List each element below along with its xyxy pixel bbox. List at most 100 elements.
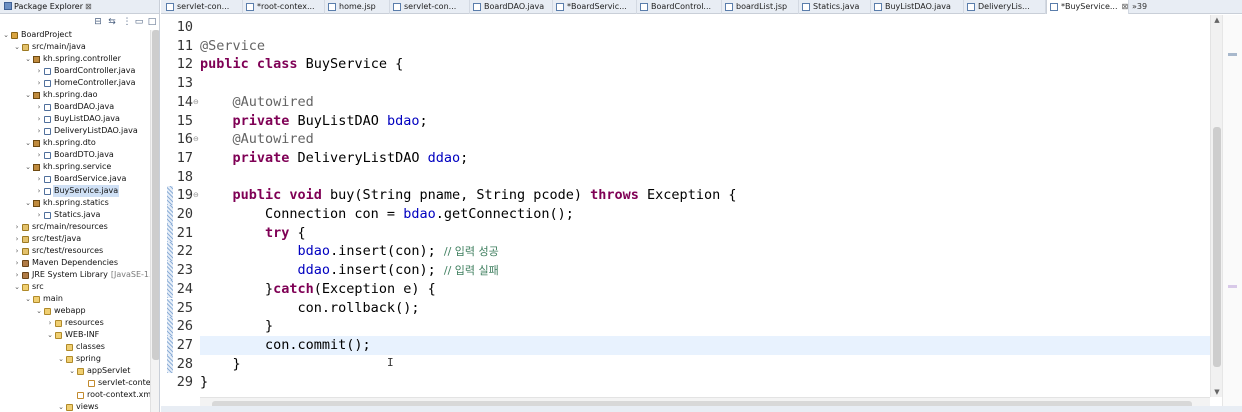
- editor-vertical-scrollbar[interactable]: ▲ ▼: [1210, 15, 1222, 397]
- tree-item[interactable]: ⌄ main: [0, 293, 159, 305]
- tree-item[interactable]: › src/test/java: [0, 233, 159, 245]
- link-with-editor-icon[interactable]: ⇆: [107, 17, 117, 27]
- tree-item[interactable]: ⌄ webapp: [0, 305, 159, 317]
- tree-item[interactable]: › Maven Dependencies: [0, 257, 159, 269]
- tree-item[interactable]: › BoardDTO.java: [0, 149, 159, 161]
- overview-ruler[interactable]: [1222, 15, 1242, 412]
- chevron-down-icon[interactable]: ⌄: [13, 41, 21, 53]
- chevron-down-icon[interactable]: ⌄: [68, 365, 76, 377]
- chevron-right-icon[interactable]: ›: [35, 101, 43, 113]
- minimize-icon[interactable]: ▭: [134, 17, 144, 27]
- code-line[interactable]: private DeliveryListDAO ddao;: [200, 149, 1210, 168]
- chevron-down-icon[interactable]: ⌄: [35, 305, 43, 317]
- close-icon[interactable]: ⊠: [85, 2, 92, 11]
- editor-tab[interactable]: *BoardServic...: [553, 0, 637, 14]
- tree-item[interactable]: ⌄ kh.spring.dao: [0, 89, 159, 101]
- code-line[interactable]: }: [200, 373, 1210, 392]
- code-line[interactable]: private BuyListDAO bdao;: [200, 112, 1210, 131]
- editor-tab[interactable]: home.jsp: [325, 0, 390, 14]
- code-line[interactable]: Connection con = bdao.getConnection();: [200, 205, 1210, 224]
- code-line[interactable]: public void buy(String pname, String pco…: [200, 186, 1210, 205]
- code-line[interactable]: @Service: [200, 37, 1210, 56]
- chevron-down-icon[interactable]: ⌄: [57, 401, 65, 412]
- chevron-right-icon[interactable]: ›: [35, 209, 43, 221]
- tree-item[interactable]: › resources: [0, 317, 159, 329]
- chevron-right-icon[interactable]: ›: [35, 65, 43, 77]
- chevron-right-icon[interactable]: ›: [35, 125, 43, 137]
- close-icon[interactable]: ⊠: [1122, 2, 1129, 11]
- tree-item[interactable]: ⌄ kh.spring.statics: [0, 197, 159, 209]
- chevron-down-icon[interactable]: ⌄: [24, 53, 32, 65]
- code-editor[interactable]: 10 11 12 13 14 ⊖ 15 16 ⊖ 17 18 19 ⊖ 20 21 22 23 24 25 26 27 2…: [161, 15, 1242, 412]
- chevron-down-icon[interactable]: ⌄: [24, 197, 32, 209]
- code-line[interactable]: con.rollback();: [200, 299, 1210, 318]
- chevron-right-icon[interactable]: ›: [35, 149, 43, 161]
- code-line[interactable]: con.commit();: [200, 335, 1210, 355]
- code-line[interactable]: @Autowired: [200, 130, 1210, 149]
- code-area[interactable]: @Service public class BuyService { @Autow…: [200, 15, 1210, 412]
- editor-tab[interactable]: Statics.java: [799, 0, 871, 14]
- editor-tab[interactable]: *root-contex...: [243, 0, 325, 14]
- code-line[interactable]: bdao.insert(con); // 입력 성공: [200, 242, 1210, 261]
- editor-scroll-thumb[interactable]: [1213, 127, 1221, 367]
- overview-marker[interactable]: [1228, 53, 1237, 56]
- chevron-down-icon[interactable]: ⌄: [24, 137, 32, 149]
- chevron-right-icon[interactable]: ›: [13, 221, 21, 233]
- overview-marker[interactable]: [1228, 285, 1237, 288]
- editor-tab[interactable]: servlet-con...: [163, 0, 243, 14]
- chevron-down-icon[interactable]: ⌄: [24, 161, 32, 173]
- editor-tab[interactable]: boardList.jsp: [722, 0, 799, 14]
- tree-item[interactable]: servlet-conte: [0, 377, 159, 389]
- tree-item[interactable]: ⌄ src/main/java: [0, 41, 159, 53]
- explorer-vertical-scrollbar[interactable]: [150, 30, 159, 412]
- chevron-right-icon[interactable]: ›: [35, 113, 43, 125]
- package-explorer-tab[interactable]: Package Explorer ⊠: [0, 0, 159, 14]
- chevron-down-icon[interactable]: ⌄: [24, 293, 32, 305]
- code-line[interactable]: ddao.insert(con); // 입력 실패: [200, 261, 1210, 280]
- tree-item[interactable]: ⌄ WEB-INF: [0, 329, 159, 341]
- code-line[interactable]: [200, 168, 1210, 187]
- code-line[interactable]: public class BuyService {: [200, 55, 1210, 74]
- editor-tab[interactable]: DeliveryLis...: [964, 0, 1046, 14]
- code-line[interactable]: }: [200, 317, 1210, 336]
- tree-item[interactable]: ⌄ kh.spring.controller: [0, 53, 159, 65]
- tree-item[interactable]: › BoardController.java: [0, 65, 159, 77]
- editor-tab[interactable]: *BuyService... ⊠: [1046, 0, 1129, 14]
- chevron-down-icon[interactable]: ⌄: [57, 353, 65, 365]
- editor-tab[interactable]: BoardControl...: [637, 0, 722, 14]
- tree-item[interactable]: › src/main/resources: [0, 221, 159, 233]
- code-line[interactable]: [200, 18, 1210, 37]
- tree-item[interactable]: ⌄ appServlet: [0, 365, 159, 377]
- chevron-down-icon[interactable]: ⌄: [13, 281, 21, 293]
- code-line[interactable]: try {: [200, 224, 1210, 243]
- tree-item[interactable]: › JRE System Library [JavaSE-1.8: [0, 269, 159, 281]
- chevron-right-icon[interactable]: ›: [13, 269, 21, 281]
- tab-overflow-button[interactable]: »39: [1132, 0, 1147, 14]
- tree-item[interactable]: › src/test/resources: [0, 245, 159, 257]
- view-menu-icon[interactable]: ⋮: [122, 17, 132, 27]
- tree-item[interactable]: › DeliveryListDAO.java: [0, 125, 159, 137]
- collapse-all-icon[interactable]: ⊟: [93, 17, 103, 27]
- editor-tab[interactable]: BuyListDAO.java: [871, 0, 964, 14]
- maximize-icon[interactable]: □: [147, 17, 157, 27]
- tree-item[interactable]: root-context.xm: [0, 389, 159, 401]
- editor-tab[interactable]: BoardDAO.java: [470, 0, 553, 14]
- tree-item[interactable]: ⌄ views: [0, 401, 159, 412]
- chevron-right-icon[interactable]: ›: [13, 245, 21, 257]
- tree-item[interactable]: › BuyListDAO.java: [0, 113, 159, 125]
- tree-item[interactable]: › HomeController.java: [0, 77, 159, 89]
- chevron-right-icon[interactable]: ›: [35, 173, 43, 185]
- code-line[interactable]: [200, 74, 1210, 93]
- fold-icon[interactable]: ⊖: [193, 186, 199, 205]
- tree-item[interactable]: ⌄ kh.spring.service: [0, 161, 159, 173]
- code-line[interactable]: @Autowired: [200, 93, 1210, 112]
- chevron-down-icon[interactable]: ⌄: [46, 329, 54, 341]
- fold-icon[interactable]: ⊖: [193, 93, 199, 112]
- chevron-right-icon[interactable]: ›: [35, 77, 43, 89]
- tree-item[interactable]: › BoardDAO.java: [0, 101, 159, 113]
- chevron-right-icon[interactable]: ›: [46, 317, 54, 329]
- tree-item[interactable]: ⌄ BoardProject: [0, 29, 159, 41]
- chevron-right-icon[interactable]: ›: [13, 257, 21, 269]
- tree-item[interactable]: › BuyService.java: [0, 185, 159, 197]
- chevron-right-icon[interactable]: ›: [35, 185, 43, 197]
